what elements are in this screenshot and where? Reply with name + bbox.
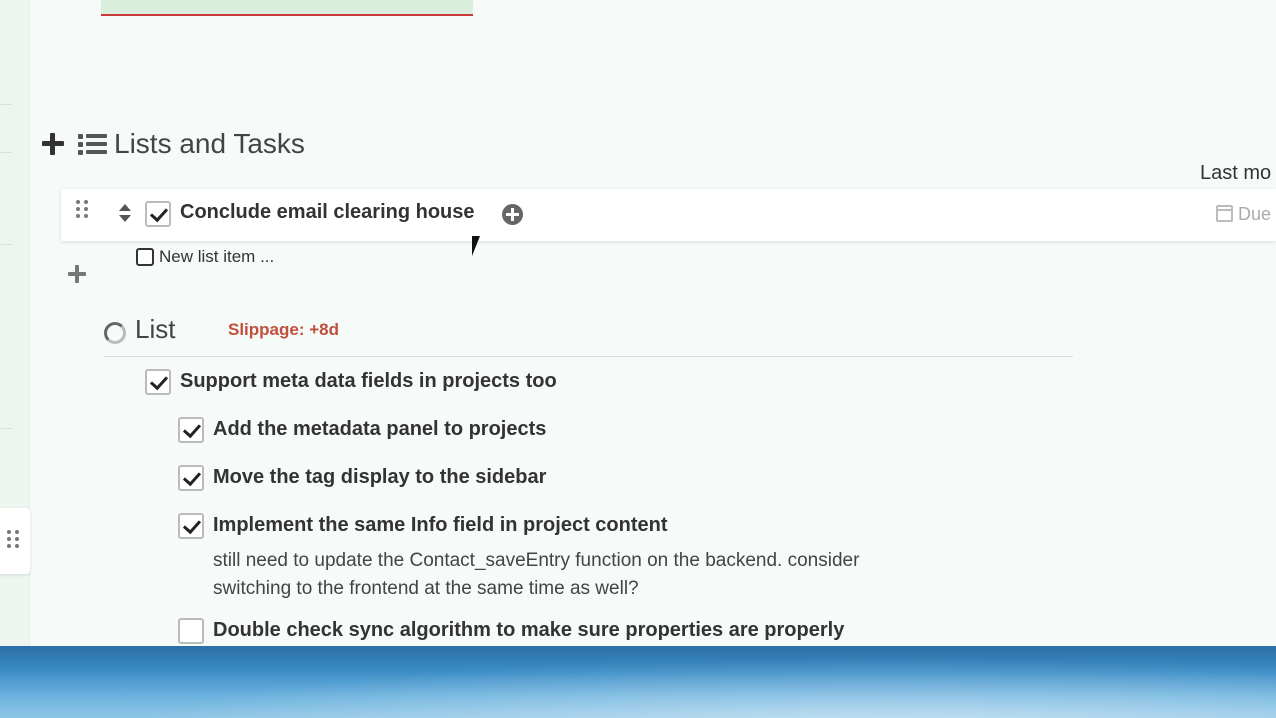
drag-handle-icon [7, 530, 19, 548]
list-item-checkbox[interactable] [178, 465, 204, 491]
desktop-background [0, 646, 1276, 718]
list-item-label[interactable]: Implement the same Info field in project… [213, 514, 668, 537]
list-item-checkbox[interactable] [178, 618, 204, 644]
section-title: Lists and Tasks [114, 128, 305, 159]
mouse-cursor-icon [472, 236, 488, 256]
list-item-label[interactable]: Add the metadata panel to projects [213, 418, 546, 441]
sidebar-drag-handle[interactable] [0, 508, 30, 574]
calendar-icon [1216, 205, 1233, 222]
slippage-badge: Slippage: +8d [228, 320, 339, 339]
list-item-checkbox[interactable] [145, 369, 171, 395]
progress-spinner-icon [104, 322, 126, 344]
task-title[interactable]: Conclude email clearing house [180, 201, 475, 224]
list-icon [78, 133, 108, 155]
list-item-label[interactable]: Double check sync algorithm to make sure… [213, 619, 844, 642]
drag-handle-icon[interactable] [76, 200, 88, 218]
due-date-button[interactable]: Due [1216, 204, 1271, 225]
list-item-note: still need to update the Contact_saveEnt… [213, 550, 860, 599]
section-header: Lists and Tasks [42, 124, 305, 164]
sort-icon[interactable] [118, 204, 132, 224]
sidebar-divider [0, 152, 12, 153]
new-list-item-input[interactable]: New list item ... [159, 247, 274, 267]
list-item-label[interactable]: Move the tag display to the sidebar [213, 466, 546, 489]
last-modified-label: Last mo [1200, 162, 1272, 184]
task-checkbox[interactable] [145, 201, 171, 227]
list-title[interactable]: List [135, 314, 175, 345]
list-item-checkbox[interactable] [178, 513, 204, 539]
list-item-label[interactable]: Support meta data fields in projects too [180, 370, 557, 393]
add-circle-icon[interactable] [502, 204, 523, 225]
new-list-item-checkbox[interactable] [136, 248, 154, 266]
add-item-plus-icon[interactable] [68, 265, 86, 283]
list-divider [104, 356, 1073, 357]
list-item-checkbox[interactable] [178, 417, 204, 443]
sidebar-divider [0, 428, 12, 429]
add-list-plus-icon[interactable] [42, 133, 64, 155]
sidebar-divider [0, 104, 12, 105]
top-progress-bar [101, 0, 473, 16]
sidebar-divider [0, 244, 12, 245]
due-label: Due [1238, 204, 1272, 224]
